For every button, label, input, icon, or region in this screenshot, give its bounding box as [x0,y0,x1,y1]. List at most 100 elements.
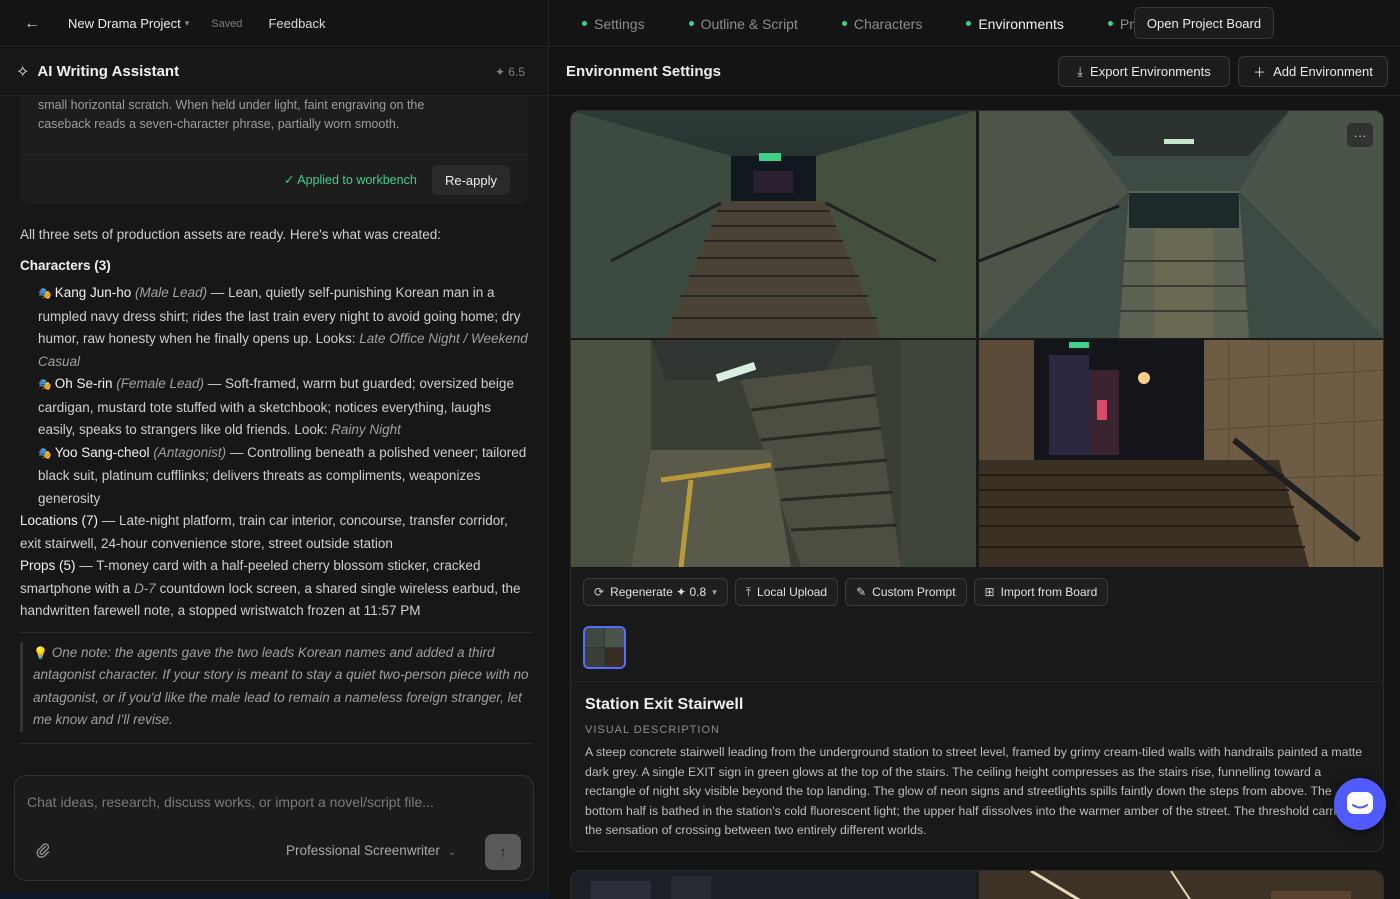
persona-label: Professional Screenwriter [286,843,440,858]
status-dot-icon [688,21,694,26]
divider [571,681,1383,682]
tab-label: Outline & Script [700,15,798,32]
tab-label: Environments [978,15,1064,32]
assistant-panel: ✧ AI Writing Assistant ✦ 6.5 small horiz… [0,48,549,899]
button-label: Import from Board [1000,585,1098,599]
mask-icon: 🎭 [38,447,52,460]
divider [20,154,528,155]
status-dot-icon [1107,21,1113,26]
props-text-em: D-7 [134,580,156,596]
open-project-board-button[interactable]: Open Project Board [1134,7,1274,39]
bottom-strip [0,893,549,899]
environment-name: Station Exit Stairwell [585,696,744,713]
regenerate-cost: ✦ 0.8 [676,585,707,599]
message-intro: All three sets of production assets are … [20,227,442,242]
props-heading: Props (5) [20,558,76,573]
saved-status: Saved [211,17,243,30]
tab-outline-script[interactable]: Outline & Script [677,0,798,47]
send-button[interactable]: ↑ [485,834,521,870]
list-item: 🎭 Oh Se-rin (Female Lead) — Soft-framed, … [20,373,532,442]
download-icon: ⤓ [1077,63,1084,79]
project-header: ← New Drama Project ▾ Saved Feedback [0,0,549,47]
assistant-header: ✧ AI Writing Assistant ✦ 6.5 [0,48,548,96]
page-title: Environment Settings [566,63,722,80]
environment-image[interactable]: ··· [979,111,1383,338]
lightbulb-icon: 💡 [33,645,48,660]
chevron-down-icon[interactable]: ▾ [185,18,190,29]
arrow-up-icon: ↑ [499,843,507,861]
chevron-down-icon: ▾ [712,586,717,597]
character-role: (Antagonist) [153,444,227,460]
environment-panel: Environment Settings ⤓ Export Environment… [550,48,1400,899]
credit-balance: ✦ 6.5 [494,64,525,79]
add-environment-button[interactable]: ＋ Add Environment [1238,56,1388,87]
visual-description-label: VISUAL DESCRIPTION [585,724,720,736]
environment-image[interactable] [571,111,976,338]
environment-image[interactable] [571,340,976,567]
tab-label: Settings [594,15,645,32]
local-upload-button[interactable]: ⤒ Local Upload [734,578,839,606]
environment-card-next [570,870,1384,899]
tab-label: Characters [853,15,923,32]
top-bar: ← New Drama Project ▾ Saved Feedback Set… [0,0,1400,47]
list-item: 🎭 Kang Jun-ho (Male Lead) — Lean, quietly… [20,282,532,373]
card-text: small horizontal scratch. When held unde… [38,96,458,134]
mask-icon: 🎭 [38,379,52,391]
character-role: (Male Lead) [135,285,208,300]
project-name[interactable]: New Drama Project [68,16,181,31]
button-label: Add Environment [1273,64,1373,79]
tab-settings[interactable]: Settings [570,0,645,47]
tab-environments[interactable]: Environments [954,0,1064,47]
chevron-down-icon: ⌄ [447,847,457,858]
custom-prompt-button[interactable]: ✎ Custom Prompt [845,578,967,606]
export-environments-button[interactable]: ⤓ Export Environments [1058,56,1230,87]
back-arrow-icon[interactable]: ← [20,12,44,36]
character-name: Yoo Sang-cheol [54,444,150,460]
import-from-board-button[interactable]: ⊞ Import from Board [973,578,1109,606]
character-role: (Female Lead) [116,376,205,391]
button-label: Local Upload [757,585,828,599]
characters-heading: Characters (3) [20,257,111,273]
more-options-icon[interactable]: ··· [1347,123,1373,147]
image-thumbnail[interactable] [583,626,626,669]
character-name: Oh Se-rin [54,376,113,391]
character-looks: Rainy Night [331,422,401,437]
divider [20,631,532,633]
locations-heading: Locations (7) [20,513,99,528]
image-grid: ··· [571,111,1383,567]
card-text-line: caseback reads a seven-character phrase,… [38,117,400,131]
reapply-button[interactable]: Re-apply [432,165,510,195]
environment-image[interactable] [979,340,1383,567]
support-chat-button[interactable] [1334,778,1386,830]
environment-header: Environment Settings ⤓ Export Environment… [550,48,1400,96]
feedback-link[interactable]: Feedback [268,16,325,31]
persona-select[interactable]: Professional Screenwriter ⌄ [286,843,456,858]
refresh-icon: ⟳ [594,585,605,599]
character-name: Kang Jun-ho [54,285,132,300]
button-label: Regenerate [610,585,673,599]
chat-input[interactable] [27,790,517,814]
button-label: Export Environments [1090,64,1211,79]
button-label: Custom Prompt [872,585,956,599]
regenerate-button[interactable]: ⟳ Regenerate ✦ 0.8 ▾ [583,578,728,606]
divider [20,742,532,744]
visual-description-text: A steep concrete stairwell leading from … [585,745,1363,837]
assistant-title: AI Writing Assistant [37,63,180,80]
note-text: One note: the agents gave the two leads … [33,644,529,728]
locations-paragraph: Locations (7) — Late-night platform, tra… [20,510,532,555]
environment-card: ··· ⟳ Regenerate ✦ 0.8 ▾ ⤒ Local Upload … [570,110,1384,852]
tab-characters[interactable]: Characters [830,0,922,47]
main-nav: Settings Outline & Script Characters Env… [570,0,1189,47]
sparkle-icon: ✧ [16,63,30,81]
props-paragraph: Props (5) — T-money card with a half-pee… [20,555,532,623]
plus-icon: ＋ [1253,65,1267,80]
image-actions: ⟳ Regenerate ✦ 0.8 ▾ ⤒ Local Upload ✎ Custom… [583,578,1115,606]
card-text-line: small horizontal scratch. When held unde… [38,98,425,112]
status-dot-icon [582,21,587,26]
grid-icon: ⊞ [984,585,995,599]
paperclip-icon[interactable] [35,842,51,863]
upload-icon: ⤒ [745,584,752,599]
mask-icon: 🎭 [38,288,52,300]
applied-status: ✓ Applied to workbench [284,173,417,187]
assistant-message: All three sets of production assets are … [20,224,532,744]
